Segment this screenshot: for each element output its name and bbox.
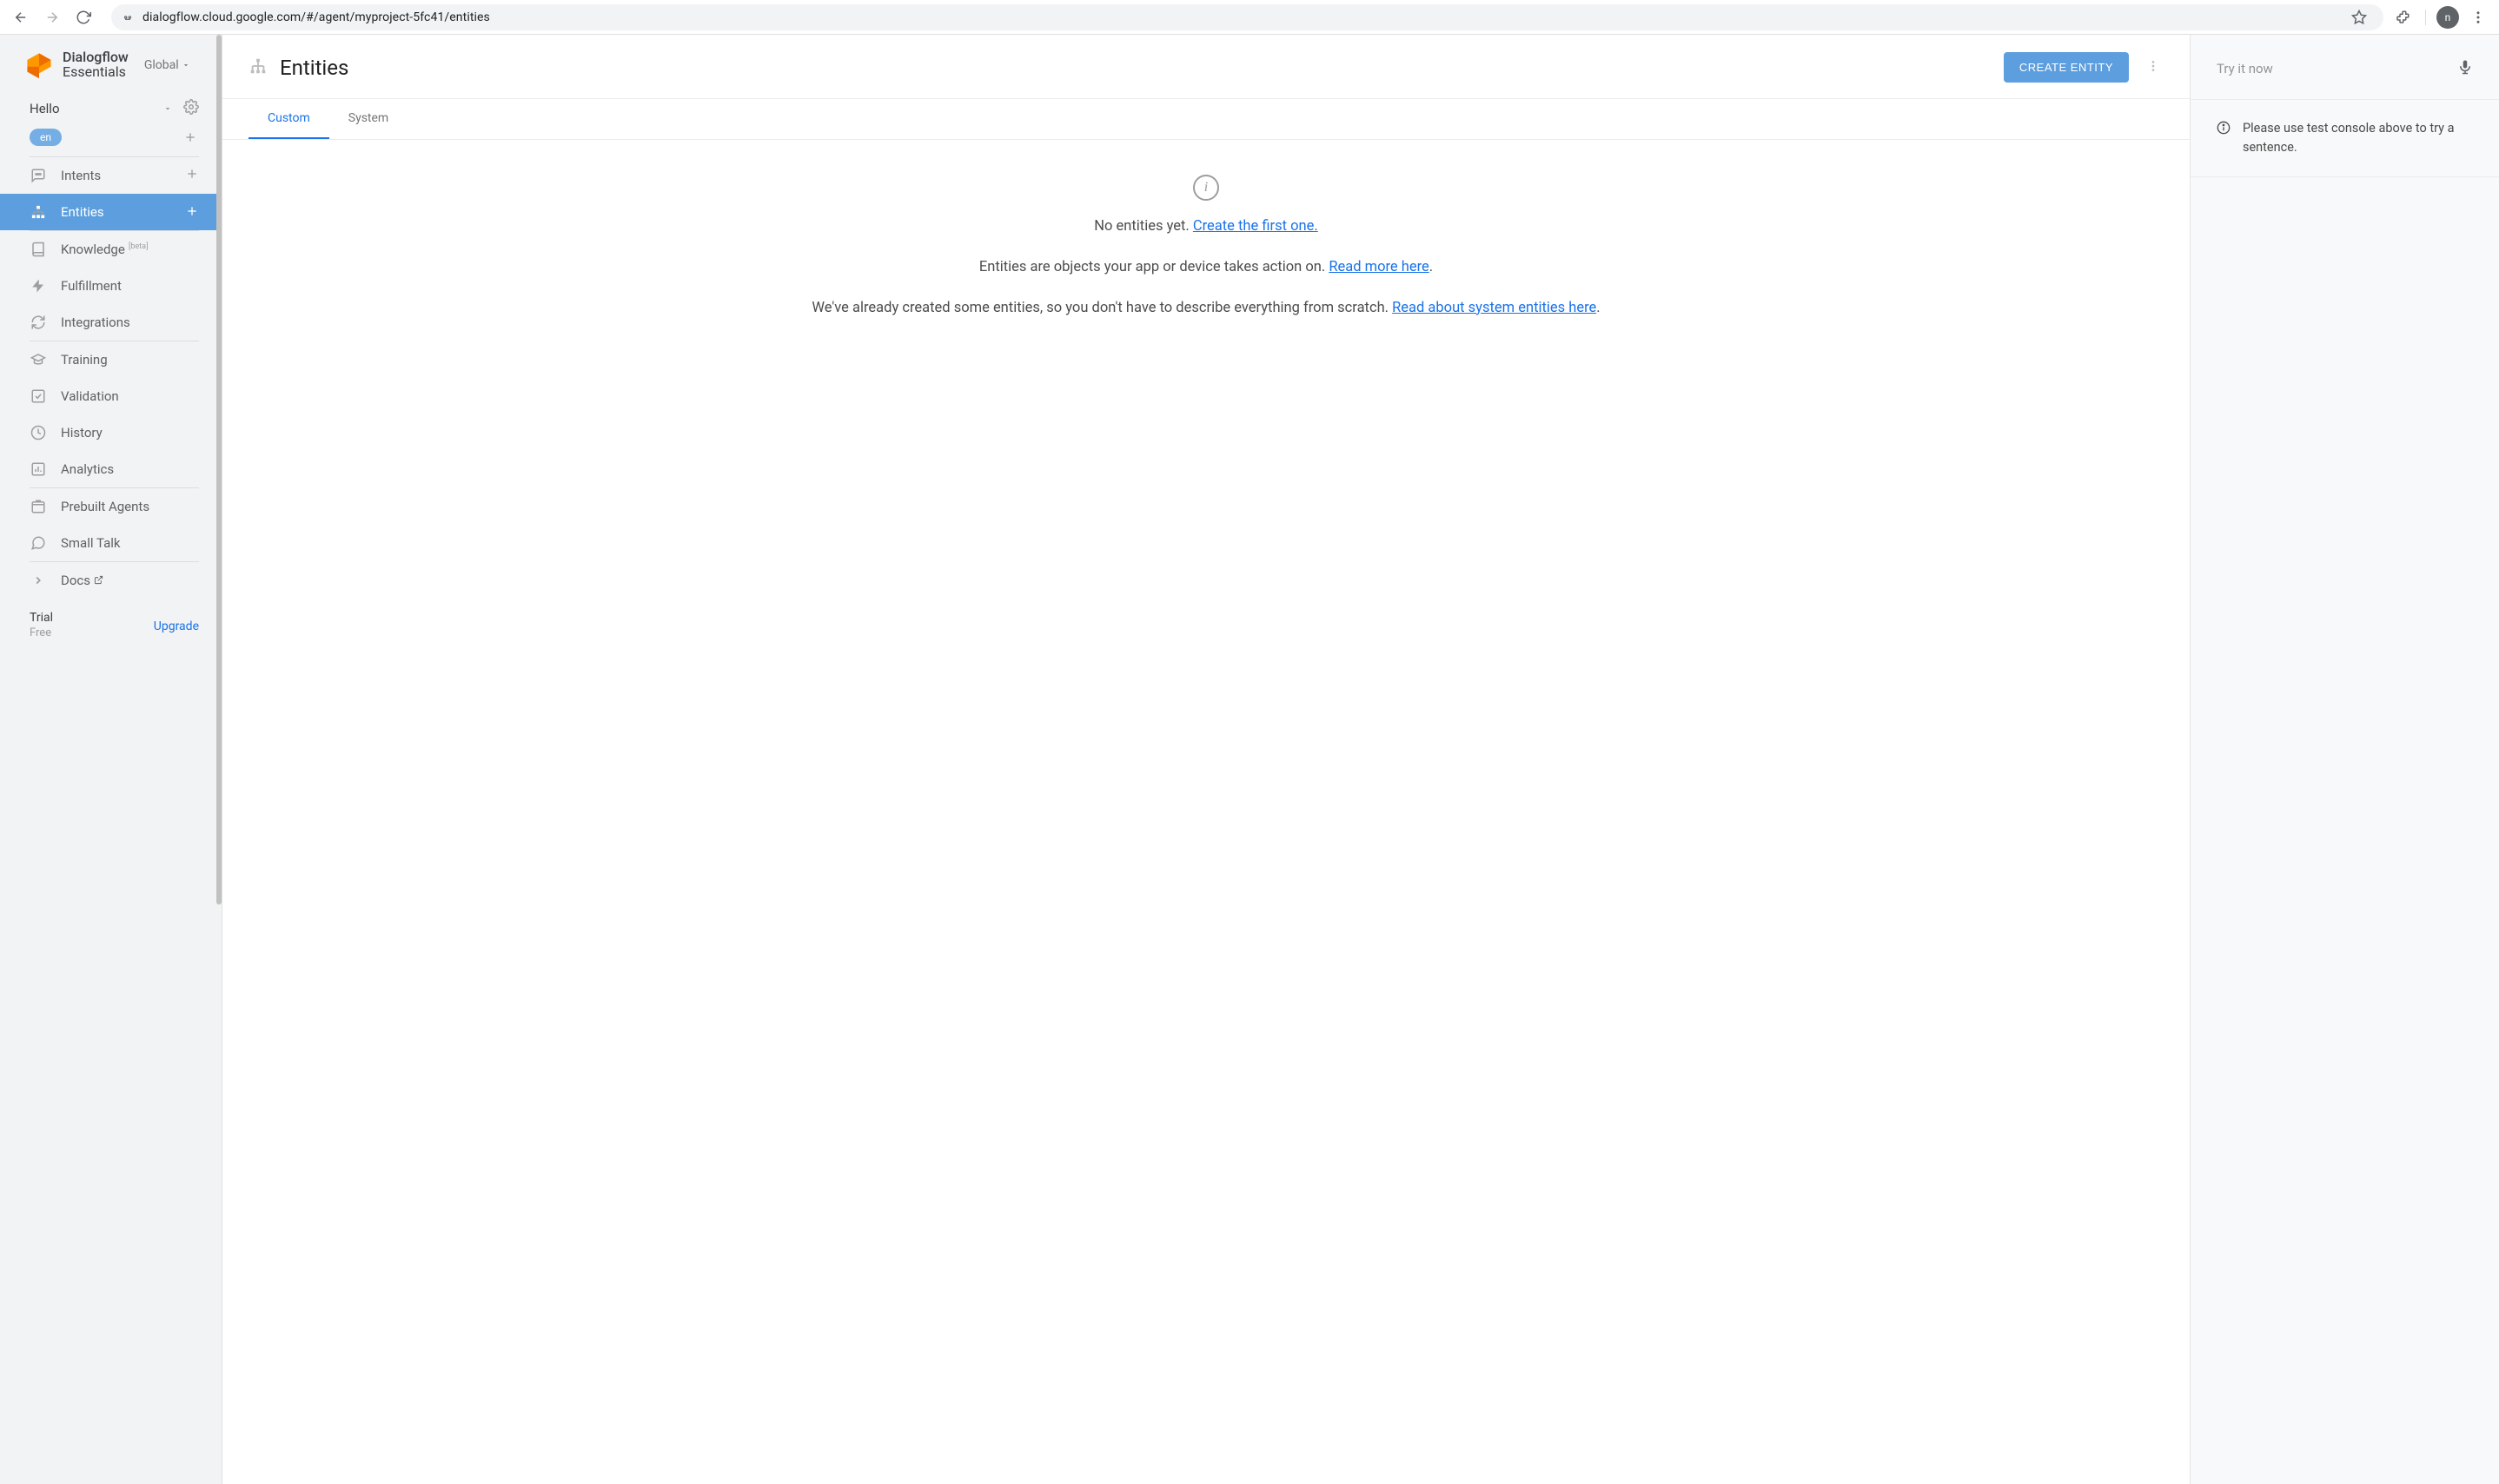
page-title: Entities bbox=[280, 56, 348, 80]
sidebar-item-knowledge[interactable]: Knowledge [beta] bbox=[0, 231, 216, 268]
create-first-link[interactable]: Create the first one. bbox=[1193, 218, 1318, 235]
sidebar-item-label: Validation bbox=[61, 388, 199, 404]
sidebar-item-fulfillment[interactable]: Fulfillment bbox=[0, 268, 216, 304]
chevron-down-icon bbox=[182, 61, 190, 70]
project-name[interactable]: Hello bbox=[30, 101, 60, 116]
upgrade-link[interactable]: Upgrade bbox=[154, 619, 199, 633]
hint-info-icon bbox=[2217, 121, 2231, 157]
star-icon[interactable] bbox=[2347, 5, 2371, 30]
sidebar-item-history[interactable]: History bbox=[0, 414, 216, 451]
sidebar-item-label: Entities bbox=[61, 204, 199, 220]
brand-subtitle: Essentials bbox=[63, 65, 129, 80]
region-selector[interactable]: Global bbox=[144, 58, 190, 72]
site-info-icon[interactable] bbox=[123, 11, 134, 23]
sidebar: Dialogflow Essentials Global Hello en bbox=[0, 35, 222, 1484]
book-icon bbox=[30, 241, 47, 258]
browser-chrome: dialogflow.cloud.google.com/#/agent/mypr… bbox=[0, 0, 2499, 35]
chart-icon bbox=[30, 460, 47, 478]
tabs: CustomSystem bbox=[222, 99, 2190, 140]
extensions-icon[interactable] bbox=[2390, 5, 2415, 30]
entities-icon bbox=[30, 203, 47, 221]
sidebar-item-integrations[interactable]: Integrations bbox=[0, 304, 216, 341]
chrome-menu-icon[interactable] bbox=[2466, 5, 2490, 30]
sidebar-item-validation[interactable]: Validation bbox=[0, 378, 216, 414]
read-more-link[interactable]: Read more here bbox=[1329, 259, 1428, 275]
create-entity-button[interactable]: CREATE ENTITY bbox=[2004, 52, 2129, 83]
hint-text: Please use test console above to try a s… bbox=[2243, 119, 2473, 157]
empty-state: i No entities yet. Create the first one.… bbox=[222, 140, 2190, 373]
sidebar-item-intents[interactable]: Intents bbox=[0, 157, 216, 194]
arrow-right-icon bbox=[30, 572, 47, 589]
bolt-icon bbox=[30, 277, 47, 295]
browser-url-bar[interactable]: dialogflow.cloud.google.com/#/agent/mypr… bbox=[111, 4, 2383, 30]
sidebar-item-label: Fulfillment bbox=[61, 278, 199, 294]
check-icon bbox=[30, 388, 47, 405]
sidebar-item-label: Small Talk bbox=[61, 535, 199, 551]
chat-icon bbox=[30, 167, 47, 184]
more-menu-icon[interactable] bbox=[2143, 56, 2164, 80]
sidebar-item-analytics[interactable]: Analytics bbox=[0, 451, 216, 487]
system-entities-link[interactable]: Read about system entities here bbox=[1392, 300, 1596, 316]
add-entities-button[interactable] bbox=[185, 202, 199, 222]
sidebar-item-docs[interactable]: Docs bbox=[0, 562, 216, 599]
sidebar-item-label: Knowledge [beta] bbox=[61, 242, 199, 257]
sidebar-item-small-talk[interactable]: Small Talk bbox=[0, 525, 216, 561]
sidebar-item-label: Prebuilt Agents bbox=[61, 499, 199, 514]
school-icon bbox=[30, 351, 47, 368]
brand-block: Dialogflow Essentials Global bbox=[0, 35, 216, 90]
sidebar-item-entities[interactable]: Entities bbox=[0, 194, 216, 230]
sidebar-item-training[interactable]: Training bbox=[0, 341, 216, 378]
sidebar-item-prebuilt-agents[interactable]: Prebuilt Agents bbox=[0, 488, 216, 525]
browser-reload-button[interactable] bbox=[71, 5, 96, 30]
clock-icon bbox=[30, 424, 47, 441]
profile-avatar[interactable]: n bbox=[2436, 6, 2459, 29]
plan-label: Trial bbox=[30, 611, 53, 625]
info-icon: i bbox=[1193, 175, 1219, 201]
add-intents-button[interactable] bbox=[185, 167, 199, 185]
sidebar-item-label: History bbox=[61, 425, 199, 441]
sidebar-item-label: Integrations bbox=[61, 315, 199, 330]
external-link-icon bbox=[94, 573, 103, 588]
add-language-button[interactable] bbox=[182, 129, 199, 146]
url-text: dialogflow.cloud.google.com/#/agent/mypr… bbox=[143, 10, 490, 24]
sidebar-item-label: Docs bbox=[61, 573, 199, 588]
language-pill[interactable]: en bbox=[30, 129, 62, 146]
browser-back-button[interactable] bbox=[9, 5, 33, 30]
sidebar-item-label: Analytics bbox=[61, 461, 199, 477]
tab-custom[interactable]: Custom bbox=[249, 99, 329, 139]
sidebar-item-label: Intents bbox=[61, 168, 199, 183]
gear-icon[interactable] bbox=[183, 99, 199, 118]
sidebar-item-label: Training bbox=[61, 352, 199, 368]
try-it-now-input[interactable]: Try it now bbox=[2217, 61, 2273, 76]
plan-tier: Free bbox=[30, 626, 53, 639]
talk-icon bbox=[30, 534, 47, 552]
box-icon bbox=[30, 498, 47, 515]
tab-system[interactable]: System bbox=[329, 99, 408, 139]
browser-forward-button[interactable] bbox=[40, 5, 64, 30]
content-area: Entities CREATE ENTITY CustomSystem i No… bbox=[222, 35, 2191, 1484]
sync-icon bbox=[30, 314, 47, 331]
entities-header-icon bbox=[249, 56, 268, 79]
right-panel: Try it now Please use test console above… bbox=[2191, 35, 2499, 1484]
dialogflow-logo-icon bbox=[24, 50, 54, 80]
beta-tag: [beta] bbox=[127, 242, 149, 251]
project-dropdown-icon[interactable] bbox=[162, 101, 173, 117]
microphone-icon[interactable] bbox=[2457, 57, 2473, 80]
